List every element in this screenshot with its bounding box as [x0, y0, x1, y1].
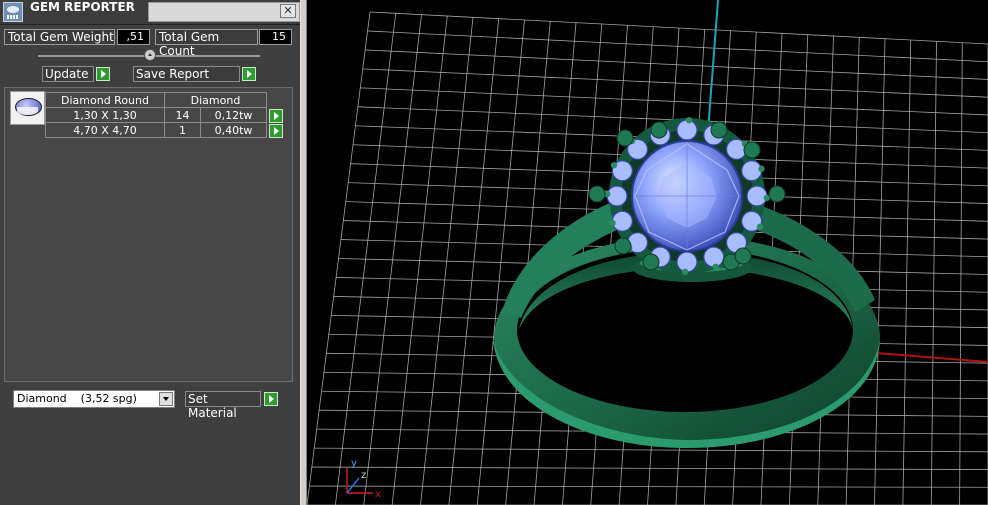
row-go-icon[interactable] — [269, 108, 283, 123]
prong — [768, 185, 786, 203]
grid-line — [369, 11, 988, 45]
save-report-button[interactable]: Save Report — [133, 66, 240, 82]
row-count: 1 — [164, 122, 201, 138]
window-title: GEM REPORTER — [30, 0, 135, 14]
melee-bead — [681, 268, 689, 276]
gizmo-x-label: x — [375, 489, 381, 500]
update-button[interactable]: Update — [42, 66, 94, 82]
center-stone — [631, 140, 743, 252]
grid-line — [362, 68, 988, 98]
row-size: 1,30 X 1,30 — [45, 107, 165, 123]
melee-stone — [703, 246, 725, 268]
melee-stone — [606, 185, 628, 207]
gem-table: Diamond Round Diamond 1,30 X 1,30 14 0,1… — [45, 92, 285, 138]
grid-line — [365, 49, 988, 80]
table-row[interactable]: 1,30 X 1,30 14 0,12tw — [45, 107, 285, 123]
gizmo-y-label: y — [351, 458, 357, 469]
material-select[interactable]: Diamond (3,52 spg) — [13, 390, 175, 408]
set-material-go-icon[interactable] — [264, 392, 278, 406]
row-go-cell — [267, 108, 285, 123]
panel-splitter[interactable] — [300, 0, 307, 505]
melee-bead — [685, 116, 693, 124]
prong — [614, 237, 632, 255]
melee-stone — [746, 185, 768, 207]
prong — [734, 247, 752, 265]
melee-bead — [758, 165, 765, 173]
save-report-go-icon[interactable] — [242, 67, 256, 81]
slider-thumb-icon[interactable] — [144, 49, 156, 61]
total-gem-weight-label: Total Gem Weight — [4, 29, 115, 45]
row-count: 14 — [164, 107, 201, 123]
set-material-button[interactable]: Set Material — [185, 391, 261, 420]
row-weight: 0,40tw — [200, 122, 267, 138]
melee-stone — [611, 210, 633, 232]
update-go-icon[interactable] — [96, 67, 110, 81]
row-go-cell — [267, 123, 285, 138]
empty-cell — [267, 93, 285, 108]
melee-stone — [676, 251, 698, 273]
table-header-row: Diamond Round Diamond — [45, 92, 285, 108]
prong — [650, 121, 668, 139]
total-gem-count-value: 15 — [259, 29, 292, 45]
row-go-icon[interactable] — [269, 123, 283, 138]
header-cut: Diamond Round — [45, 92, 165, 108]
grid-line — [367, 30, 988, 63]
row-weight: 0,12tw — [200, 107, 267, 123]
gem-thumbnail[interactable] — [10, 91, 45, 125]
total-gem-weight-value: ,51 — [117, 29, 150, 45]
title-bar: GEM REPORTER ✕ — [0, 0, 300, 25]
prong — [743, 141, 761, 159]
gem-reporter-panel: GEM REPORTER ✕ Total Gem Weight ,51 Tota… — [0, 0, 300, 505]
header-material: Diamond — [164, 92, 267, 108]
3d-viewport[interactable]: x y z — [307, 0, 988, 505]
axis-gizmo: x y z — [346, 458, 381, 500]
melee-bead — [609, 219, 616, 227]
melee-bead — [712, 263, 719, 270]
app-icon — [3, 2, 23, 22]
melee-stone — [676, 119, 698, 141]
melee-bead — [610, 161, 618, 169]
dropdown-arrow-icon[interactable] — [159, 392, 173, 406]
total-gem-count-label: Total Gem Count — [155, 29, 258, 58]
melee-bead — [756, 223, 764, 231]
viewport-canvas: x y z — [307, 0, 988, 505]
close-icon[interactable]: ✕ — [280, 4, 296, 18]
gizmo-z-label: z — [361, 470, 366, 481]
prong — [642, 253, 660, 271]
row-size: 4,70 X 4,70 — [45, 122, 165, 138]
title-bar-filler — [148, 2, 300, 22]
table-row[interactable]: 4,70 X 4,70 1 0,40tw — [45, 122, 285, 138]
prong — [588, 185, 606, 203]
prong — [710, 121, 728, 139]
melee-stone — [741, 160, 763, 182]
prong — [616, 129, 634, 147]
